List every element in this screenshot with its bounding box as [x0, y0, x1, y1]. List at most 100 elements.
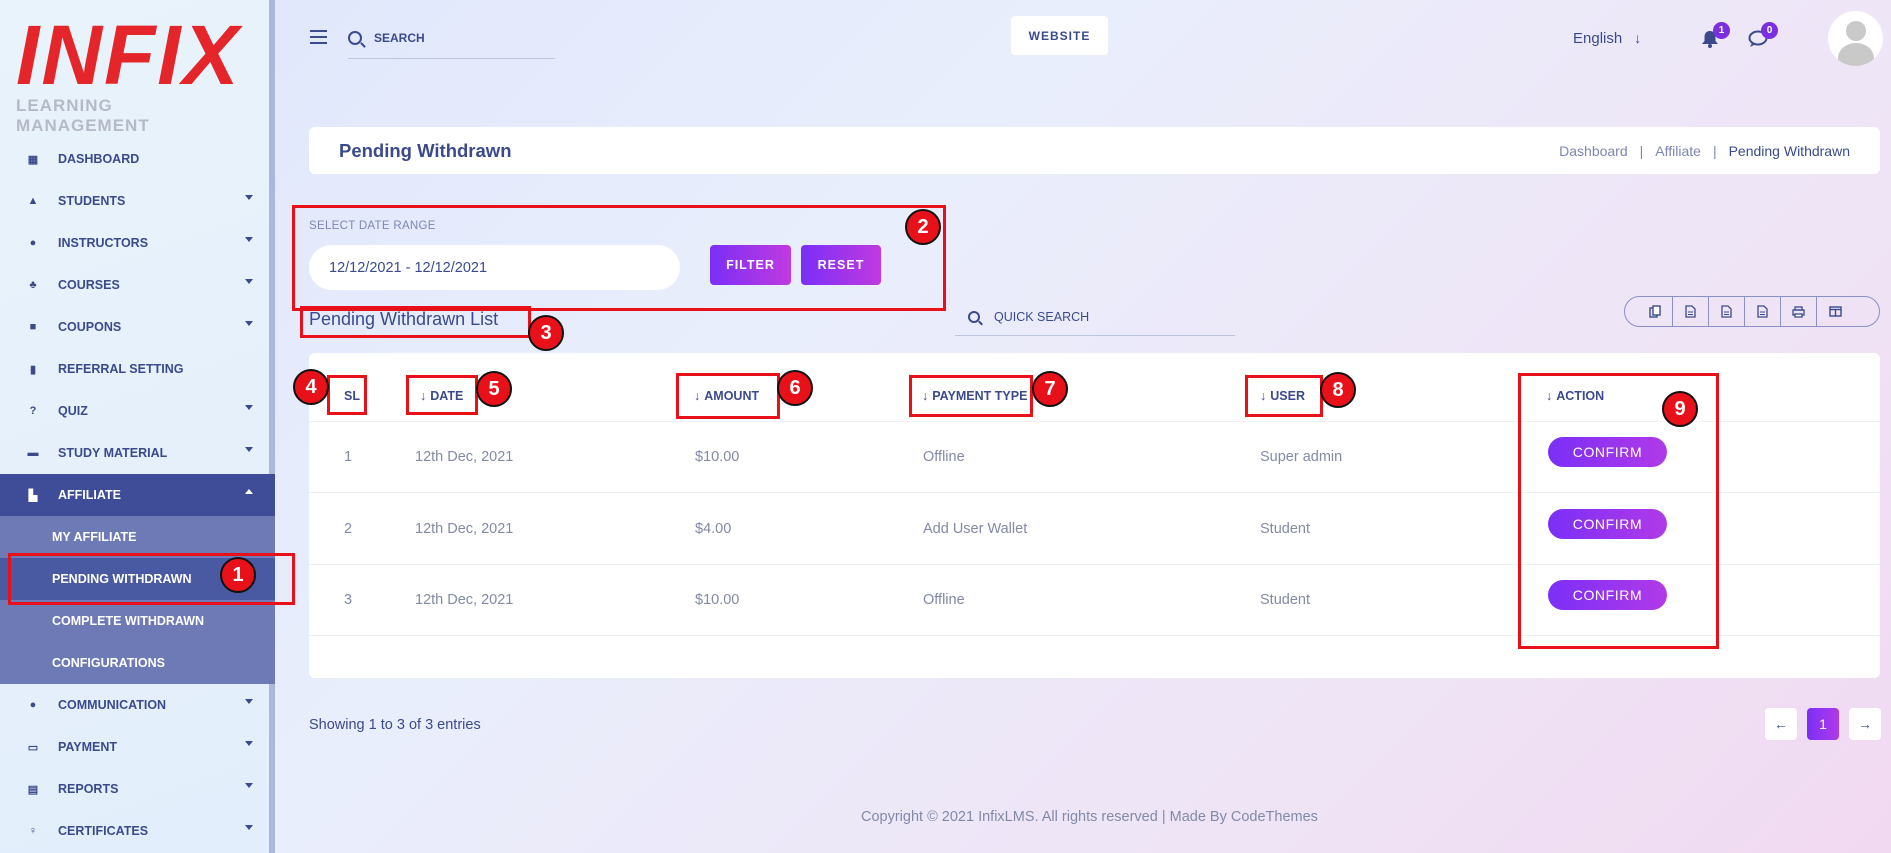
notification-badge: 1 [1713, 22, 1730, 39]
search-icon [348, 31, 362, 45]
calculator-icon: ▤ [27, 783, 39, 796]
sidebar-item-referral-setting[interactable]: ▮ REFERRAL SETTING [0, 348, 275, 390]
breadcrumb-separator: | [1639, 143, 1644, 159]
sidebar-item-affiliate[interactable]: ▙ AFFILIATE [0, 474, 275, 516]
cell-amount: $10.00 [695, 449, 740, 465]
annotation-marker: 4 [293, 369, 329, 405]
footer-copyright: Copyright © 2021 InfixLMS. All rights re… [861, 809, 1318, 825]
caret-down-icon [245, 321, 253, 326]
annotation-box [406, 375, 478, 415]
sidebar-item-courses[interactable]: ♣ COURSES [0, 264, 275, 306]
notification-button[interactable]: 1 [1700, 22, 1730, 48]
cell-sl: 3 [344, 592, 353, 608]
gift-icon: ■ [29, 321, 37, 333]
cell-amount: $4.00 [695, 521, 732, 537]
cell-date: 12th Dec, 2021 [415, 449, 514, 465]
pdf-export-button[interactable] [1745, 297, 1781, 326]
cell-payment-type: Add User Wallet [923, 521, 1028, 537]
caret-down-icon [245, 447, 253, 452]
sidebar-item-coupons[interactable]: ■ COUPONS [0, 306, 275, 348]
logo[interactable]: INFIX LEARNING MANAGEMENT [16, 8, 251, 136]
caret-down-icon [245, 279, 253, 284]
sidebar-item-label: AFFILIATE [58, 488, 121, 502]
previous-page-button[interactable]: ← [1765, 708, 1797, 740]
sidebar-subitem-configurations[interactable]: CONFIGURATIONS [0, 642, 275, 684]
cell-user: Student [1260, 521, 1310, 537]
certificate-icon: ♀ [28, 825, 38, 837]
messages-button[interactable]: 0 [1748, 22, 1778, 48]
website-button[interactable]: WEBSITE [1011, 16, 1108, 55]
csv-file-icon [1721, 305, 1732, 318]
sidebar-item-payment[interactable]: ▭ PAYMENT [0, 726, 275, 768]
breadcrumb-dashboard[interactable]: Dashboard [1559, 143, 1628, 159]
question-circle-icon: ? [29, 405, 37, 417]
logo-text: INFIX [16, 8, 241, 102]
menu-toggle-icon[interactable] [310, 30, 327, 48]
sidebar-item-label: PAYMENT [58, 740, 118, 754]
logo-subtitle: LEARNING MANAGEMENT [16, 96, 150, 135]
cell-payment-type: Offline [923, 449, 965, 465]
export-toolbar [1624, 296, 1880, 327]
copy-button[interactable] [1637, 297, 1673, 326]
annotation-marker: 1 [220, 557, 256, 593]
language-selector[interactable]: English ↓ [1573, 30, 1641, 47]
sidebar-item-label: REFERRAL SETTING [58, 362, 184, 376]
cell-amount: $10.00 [695, 592, 740, 608]
arrow-down-icon: ↓ [1634, 30, 1642, 46]
search-icon [968, 311, 980, 323]
print-button[interactable] [1781, 297, 1817, 326]
annotation-marker: 7 [1032, 371, 1068, 407]
language-label: English [1573, 30, 1623, 47]
excel-export-button[interactable] [1673, 297, 1709, 326]
sidebar-subitem-complete-withdrawn[interactable]: COMPLETE WITHDRAWN [0, 600, 275, 642]
annotation-marker: 3 [528, 315, 564, 351]
caret-up-icon [245, 489, 253, 494]
column-visibility-button[interactable] [1817, 297, 1853, 326]
breadcrumb-affiliate[interactable]: Affiliate [1655, 143, 1701, 159]
annotation-box [300, 306, 531, 338]
excel-file-icon [1685, 305, 1696, 318]
graduation-cap-icon: ▲ [27, 195, 39, 207]
sidebar-item-label: COMMUNICATION [58, 698, 167, 712]
csv-export-button[interactable] [1709, 297, 1745, 326]
sidebar-item-label: STUDY MATERIAL [58, 446, 168, 460]
users-icon: ● [29, 237, 37, 249]
money-icon: ▭ [27, 741, 39, 754]
annotation-marker: 5 [476, 371, 512, 407]
print-icon [1792, 305, 1805, 318]
top-search [348, 24, 555, 59]
quick-search-input[interactable] [994, 310, 1214, 324]
entries-info: Showing 1 to 3 of 3 entries [309, 717, 481, 733]
sidebar-item-label: COURSES [58, 278, 120, 292]
annotation-marker: 2 [905, 209, 941, 245]
sidebar-item-instructors[interactable]: ● INSTRUCTORS [0, 222, 275, 264]
caret-down-icon [245, 699, 253, 704]
sidebar-item-quiz[interactable]: ? QUIZ [0, 390, 275, 432]
cell-sl: 2 [344, 521, 353, 537]
breadcrumb-current: Pending Withdrawn [1728, 143, 1850, 159]
sidebar-item-communication[interactable]: ● COMMUNICATION [0, 684, 275, 726]
sidebar-item-label: COUPONS [58, 320, 122, 334]
caret-down-icon [245, 195, 253, 200]
page-header: Pending Withdrawn Dashboard | Affiliate … [309, 127, 1880, 174]
sidebar-subitem-my-affiliate[interactable]: MY AFFILIATE [0, 516, 275, 558]
arrow-left-icon: ← [1774, 716, 1788, 732]
caret-down-icon [245, 237, 253, 242]
sidebar-item-dashboard[interactable]: ▦ DASHBOARD [0, 138, 275, 180]
avatar[interactable] [1828, 11, 1883, 66]
cell-user: Super admin [1260, 449, 1343, 465]
sidebar-item-study-material[interactable]: ▬ STUDY MATERIAL [0, 432, 275, 474]
sidebar-item-students[interactable]: ▲ STUDENTS [0, 180, 275, 222]
chart-icon: ▙ [28, 489, 38, 502]
sidebar-item-reports[interactable]: ▤ REPORTS [0, 768, 275, 810]
cell-date: 12th Dec, 2021 [415, 592, 514, 608]
shapes-icon: ♣ [29, 279, 37, 291]
sidebar-item-label: STUDENTS [58, 194, 126, 208]
page-number-button[interactable]: 1 [1807, 708, 1839, 740]
page-title: Pending Withdrawn [339, 140, 512, 161]
search-input[interactable] [374, 31, 544, 45]
pdf-file-icon [1757, 305, 1768, 318]
annotation-box [1245, 375, 1323, 417]
sidebar-item-certificates[interactable]: ♀ CERTIFICATES [0, 810, 275, 852]
next-page-button[interactable]: → [1849, 708, 1881, 740]
